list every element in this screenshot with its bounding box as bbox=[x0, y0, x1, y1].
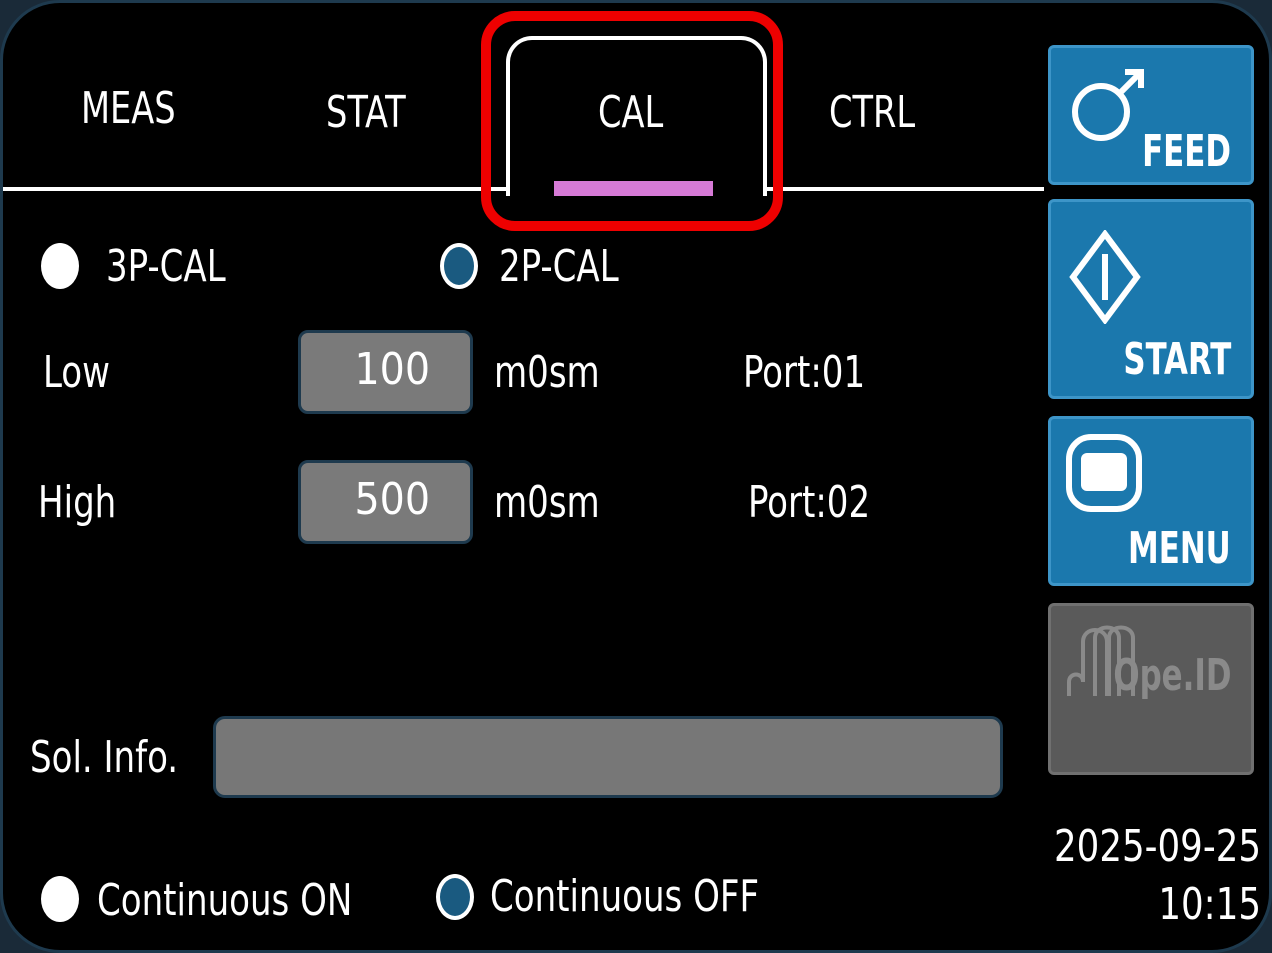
tab-stat[interactable]: STAT bbox=[326, 91, 406, 135]
menu-icon bbox=[1066, 434, 1142, 512]
tab-ctrl[interactable]: CTRL bbox=[829, 91, 915, 135]
tab-bar-divider-right bbox=[766, 187, 1044, 191]
datetime-display: 2025-09-25 10:15 bbox=[1031, 818, 1261, 934]
low-unit: m0sm bbox=[494, 347, 600, 398]
radio-2p-cal[interactable] bbox=[440, 243, 478, 289]
start-button-label: START bbox=[1123, 334, 1231, 385]
high-unit: m0sm bbox=[494, 477, 600, 528]
radio-3p-cal-label: 3P-CAL bbox=[106, 241, 226, 292]
high-value-field[interactable]: 500 bbox=[298, 460, 473, 544]
menu-button[interactable]: MENU bbox=[1048, 416, 1254, 586]
sol-info-field[interactable] bbox=[213, 716, 1003, 798]
sol-info-label: Sol. Info. bbox=[30, 732, 179, 783]
start-button[interactable]: START bbox=[1048, 199, 1254, 399]
low-port: Port:01 bbox=[743, 347, 866, 398]
start-icon bbox=[1069, 230, 1141, 324]
feed-button[interactable]: FEED bbox=[1048, 45, 1254, 185]
menu-button-label: MENU bbox=[1128, 523, 1231, 574]
ope-id-button-label: Ope.ID bbox=[1112, 650, 1231, 701]
ope-id-button[interactable]: Ope.ID bbox=[1048, 603, 1254, 775]
radio-continuous-off-label: Continuous OFF bbox=[490, 871, 760, 922]
high-port: Port:02 bbox=[748, 477, 871, 528]
radio-3p-cal[interactable] bbox=[41, 243, 79, 289]
date-text: 2025-09-25 bbox=[1053, 821, 1261, 872]
feed-icon bbox=[1072, 69, 1144, 141]
radio-continuous-on-label: Continuous ON bbox=[97, 875, 353, 926]
feed-button-label: FEED bbox=[1142, 126, 1231, 177]
low-label: Low bbox=[43, 347, 110, 398]
time-text: 10:15 bbox=[1158, 879, 1261, 930]
active-tab-highlight bbox=[481, 11, 783, 231]
tab-bar-divider-left bbox=[3, 187, 507, 191]
calibration-screen: MEAS STAT CAL CTRL 3P-CAL 2P-CAL Low 100… bbox=[0, 0, 1272, 953]
radio-continuous-off[interactable] bbox=[436, 874, 474, 920]
low-value-field[interactable]: 100 bbox=[298, 330, 473, 414]
radio-2p-cal-label: 2P-CAL bbox=[499, 241, 619, 292]
high-label: High bbox=[38, 477, 117, 528]
radio-continuous-on[interactable] bbox=[41, 876, 79, 922]
tab-meas[interactable]: MEAS bbox=[81, 87, 176, 131]
